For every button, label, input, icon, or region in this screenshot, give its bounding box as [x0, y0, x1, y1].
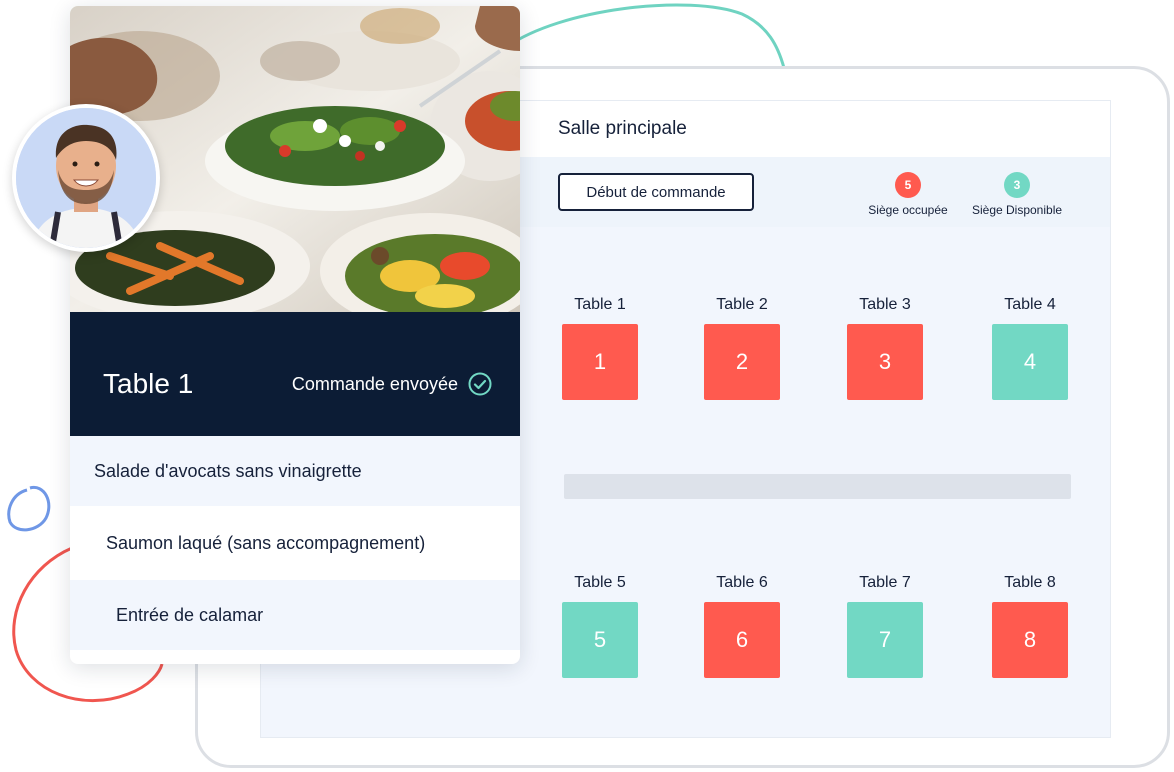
table-label: Table 8 — [1004, 574, 1056, 591]
blue-loop — [7, 485, 51, 532]
table-label: Table 5 — [574, 574, 626, 591]
table-box[interactable]: 6 — [704, 602, 780, 678]
start-order-button[interactable]: Début de commande — [558, 173, 754, 211]
table-box[interactable]: 3 — [847, 324, 923, 400]
table-2[interactable]: Table 2 2 — [687, 294, 797, 400]
table-1[interactable]: Table 1 1 — [545, 294, 655, 400]
table-box[interactable]: 2 — [704, 324, 780, 400]
legend-available: 3 Siège Disponible — [962, 172, 1072, 217]
card-table-name: Table 1 — [103, 368, 194, 399]
teal-curve — [504, 3, 786, 69]
table-label: Table 2 — [716, 296, 768, 313]
table-4[interactable]: Table 4 4 — [975, 294, 1085, 400]
table-3[interactable]: Table 3 3 — [830, 294, 940, 400]
legend-occupied: 5 Siège occupée — [853, 172, 963, 217]
available-count-badge: 3 — [1004, 172, 1030, 198]
table-box[interactable]: 5 — [562, 602, 638, 678]
order-card: Table 1 Commande envoyée Salade d'avocat… — [70, 6, 520, 664]
table-label: Table 3 — [859, 296, 911, 313]
table-label: Table 4 — [1004, 296, 1056, 313]
occupied-count-badge: 5 — [895, 172, 921, 198]
table-box[interactable]: 8 — [992, 602, 1068, 678]
check-circle-icon — [468, 372, 492, 396]
table-label: Table 1 — [574, 296, 626, 313]
order-item[interactable]: Entrée de calamar — [70, 580, 520, 650]
order-status: Commande envoyée — [292, 372, 492, 396]
available-label: Siège Disponible — [971, 203, 1063, 217]
table-label: Table 7 — [859, 574, 911, 591]
order-status-text: Commande envoyée — [291, 373, 458, 394]
table-5[interactable]: Table 5 5 — [545, 572, 655, 678]
order-item[interactable]: Saumon laqué (sans accompagnement) — [70, 508, 520, 578]
table-box[interactable]: 7 — [847, 602, 923, 678]
aisle-divider — [564, 474, 1071, 499]
avatar — [12, 104, 160, 252]
table-label: Table 6 — [716, 574, 768, 591]
room-title: Salle principale — [558, 118, 687, 139]
occupied-label: Siège occupée — [868, 203, 948, 217]
table-box[interactable]: 4 — [992, 324, 1068, 400]
order-item[interactable]: Salade d'avocats sans vinaigrette — [70, 436, 520, 506]
table-6[interactable]: Table 6 6 — [687, 572, 797, 678]
card-header: Table 1 Commande envoyée — [70, 312, 520, 436]
table-8[interactable]: Table 8 8 — [975, 572, 1085, 678]
waiter-portrait — [16, 108, 156, 248]
table-7[interactable]: Table 7 7 — [830, 572, 940, 678]
table-box[interactable]: 1 — [562, 324, 638, 400]
